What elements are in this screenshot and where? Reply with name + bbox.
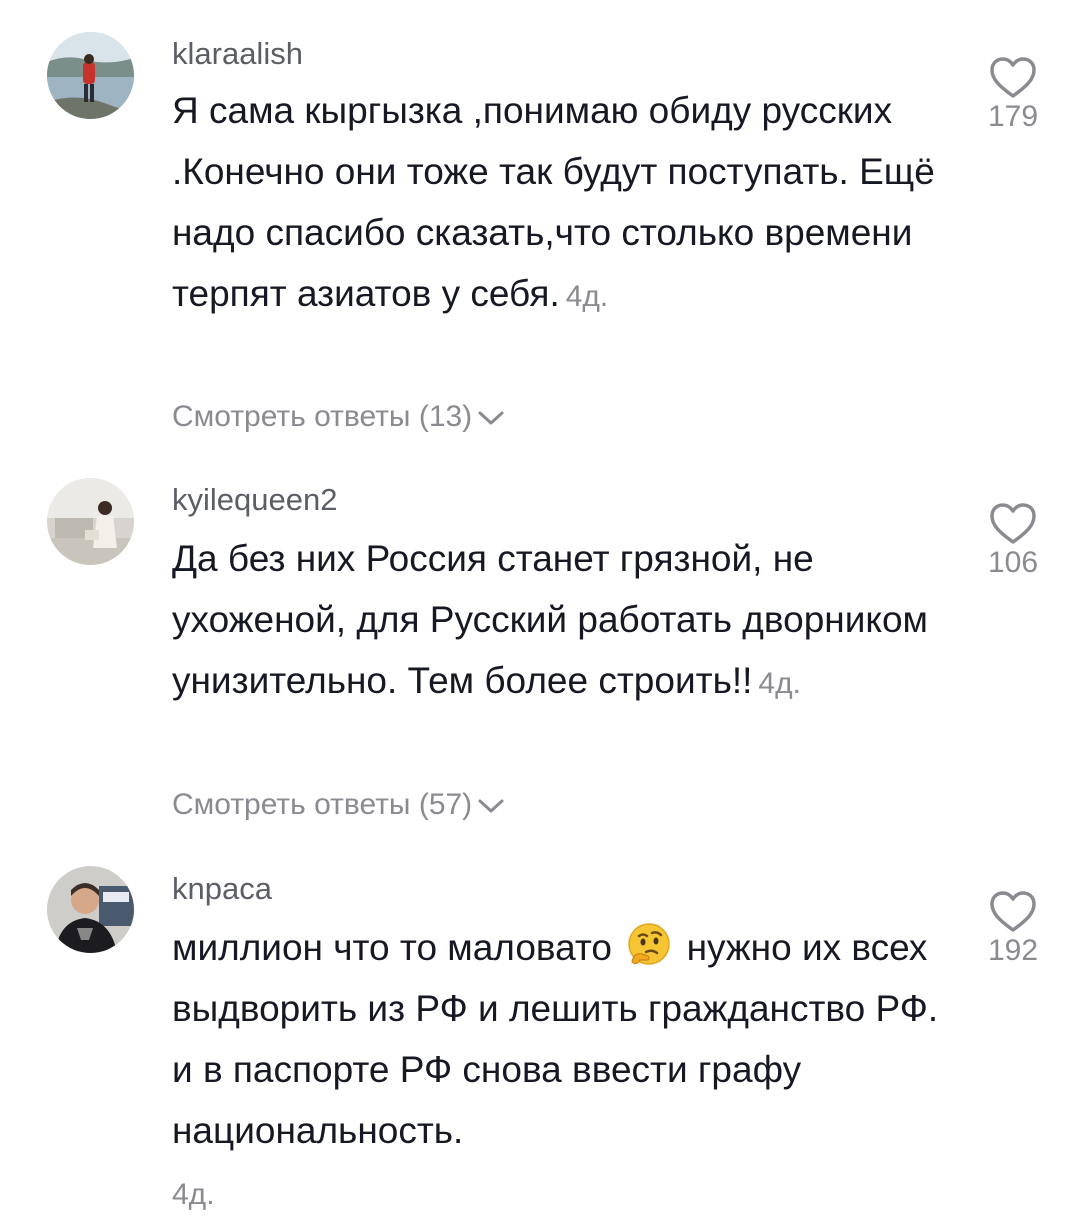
comment-text: миллион что то маловато нужно их всех вы… — [172, 917, 942, 1225]
view-replies-button[interactable]: Смотреть ответы (57) — [172, 788, 504, 822]
heart-outline-icon — [970, 502, 1056, 546]
like-button[interactable]: 179 — [970, 56, 1056, 132]
view-replies-button[interactable]: Смотреть ответы (13) — [172, 400, 504, 434]
username[interactable]: knpaca — [172, 873, 272, 904]
comment-text: Да без них Россия станет грязной, не ухо… — [172, 528, 942, 714]
avatar[interactable] — [47, 866, 134, 953]
comment-time: 4д. — [758, 667, 801, 700]
chevron-down-icon — [478, 400, 504, 434]
chevron-down-icon — [478, 788, 504, 822]
comment-body: Я сама кыргызка ,понимаю обиду русских .… — [172, 90, 935, 314]
like-count: 192 — [987, 934, 1039, 967]
username[interactable]: kyilequeen2 — [172, 484, 337, 515]
comment-time: 4д. — [565, 280, 609, 313]
comment-body-part: миллион что то маловато — [172, 927, 613, 968]
view-replies-label: Смотреть ответы (57) — [172, 788, 473, 821]
avatar[interactable] — [47, 478, 134, 565]
comment-time: 4д. — [172, 1178, 215, 1211]
username[interactable]: klaraalish — [172, 38, 303, 69]
like-button[interactable]: 106 — [970, 502, 1056, 578]
heart-outline-icon — [970, 890, 1056, 934]
thinking-face-icon — [626, 922, 672, 968]
comment-text: Я сама кыргызка ,понимаю обиду русских .… — [172, 80, 942, 327]
heart-outline-icon — [970, 56, 1056, 100]
like-count: 106 — [987, 546, 1039, 579]
avatar[interactable] — [47, 32, 134, 119]
like-button[interactable]: 192 — [970, 890, 1056, 966]
comment-body: Да без них Россия станет грязной, не ухо… — [172, 538, 928, 701]
view-replies-label: Смотреть ответы (13) — [172, 400, 473, 433]
like-count: 179 — [987, 100, 1039, 133]
